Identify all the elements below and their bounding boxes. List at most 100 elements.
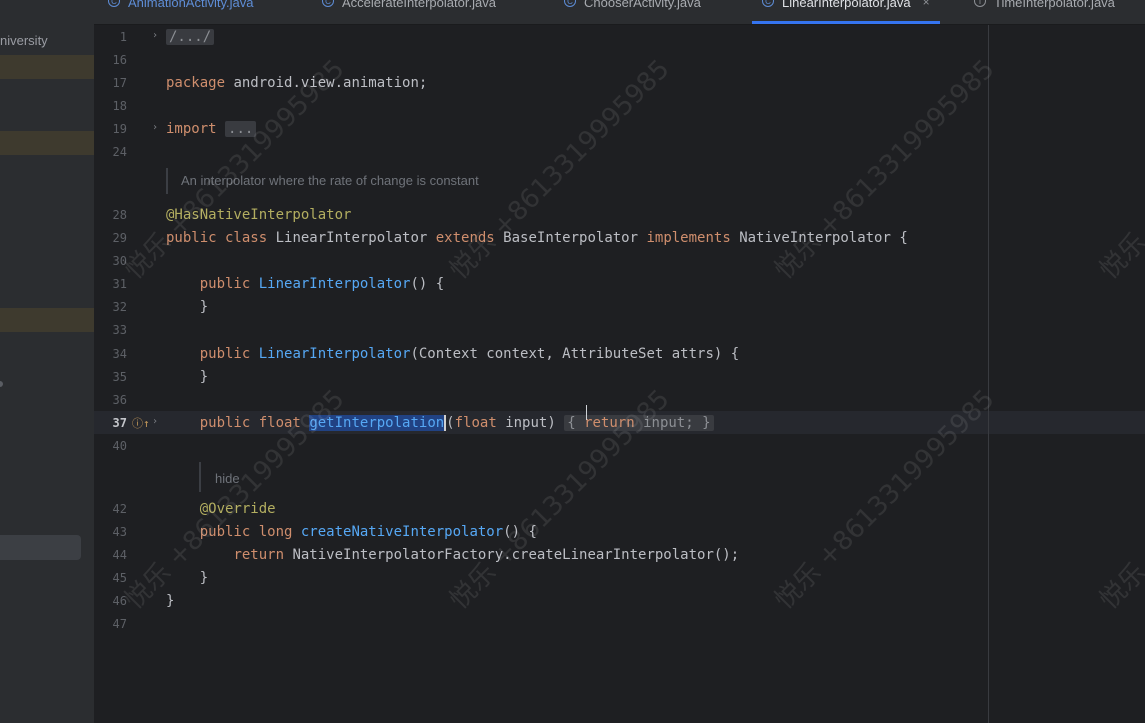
keyword: return xyxy=(584,415,635,431)
line-number: 32 xyxy=(112,300,127,314)
project-panel-label: niversity xyxy=(0,33,48,48)
line-number: 46 xyxy=(112,594,127,608)
line-number: 33 xyxy=(112,323,127,337)
code-line-1: /.../ xyxy=(166,27,215,47)
rendered-doc-comment: An interpolator where the rate of change… xyxy=(181,173,479,188)
code-text: } xyxy=(702,415,711,431)
line-number: 35 xyxy=(112,370,127,384)
keyword: float xyxy=(454,415,497,431)
tab-animation-activity[interactable]: C AnimationActivity.java xyxy=(108,0,253,24)
method-name: LinearInterpolator xyxy=(258,346,411,362)
keyword: extends xyxy=(435,230,495,246)
code-editor[interactable]: 1 16 17 18 19 24 28 29 30 31 32 33 34 35… xyxy=(94,25,1145,723)
code-text: input; xyxy=(634,415,703,431)
line-number-gutter: 1 16 17 18 19 24 28 29 30 31 32 33 34 35… xyxy=(94,25,164,723)
code-line-37: public float getInterpolation (float inpu… xyxy=(166,413,714,433)
code-line-17: package android.view.animation; xyxy=(166,73,427,93)
doc-comment-bar xyxy=(199,462,201,492)
doc-comment-bar xyxy=(166,168,168,194)
line-number: 40 xyxy=(112,439,127,453)
line-number: 44 xyxy=(112,548,127,562)
interface-name: NativeInterpolator { xyxy=(730,230,908,246)
code-text: () { xyxy=(410,276,445,292)
rendered-doc-hide: hide xyxy=(215,471,240,486)
keyword: public long xyxy=(199,524,293,540)
method-name: LinearInterpolator xyxy=(258,276,411,292)
keyword: public xyxy=(199,276,251,292)
line-number: 42 xyxy=(112,502,127,516)
annotation: @HasNativeInterpolator xyxy=(166,207,352,223)
line-number: 31 xyxy=(112,277,127,291)
panel-highlight-row[interactable] xyxy=(0,55,94,79)
line-number: 16 xyxy=(112,53,127,67)
folded-comment[interactable]: /.../ xyxy=(166,29,215,45)
code-line-46: } xyxy=(166,591,174,611)
line-number: 45 xyxy=(112,571,127,585)
panel-highlight-row[interactable] xyxy=(0,308,94,332)
line-number: 18 xyxy=(112,99,127,113)
code-text: } xyxy=(166,593,175,609)
keyword: public xyxy=(199,346,251,362)
keyword: implements xyxy=(646,230,731,246)
code-line-43: public long createNativeInterpolator() { xyxy=(166,522,537,542)
close-icon[interactable]: × xyxy=(923,0,930,9)
keyword: public float xyxy=(199,415,301,431)
line-number: 28 xyxy=(112,208,127,222)
project-panel: niversity xyxy=(0,0,94,723)
tab-label: TimeInterpolator.java xyxy=(994,0,1115,10)
class-icon: C xyxy=(762,0,774,7)
keyword: import xyxy=(166,121,217,137)
line-number: 34 xyxy=(112,347,127,361)
code-text: NativeInterpolatorFactory.createLinearIn… xyxy=(284,547,740,563)
code-line-32: } xyxy=(166,297,208,317)
keyword: return xyxy=(233,547,285,563)
line-number: 30 xyxy=(112,254,127,268)
selected-method-name[interactable]: getInterpolation xyxy=(309,415,447,431)
annotation: @Override xyxy=(199,501,276,517)
code-text: ( xyxy=(446,415,455,431)
code-line-42: @Override xyxy=(166,499,276,519)
line-number-current: 37 xyxy=(112,416,127,430)
editor-tab-bar: C AnimationActivity.java C AccelerateInt… xyxy=(94,0,1145,25)
class-icon: C xyxy=(108,0,120,7)
folded-imports[interactable]: ... xyxy=(225,121,257,137)
tab-linear-interpolator[interactable]: C LinearInterpolator.java × xyxy=(752,0,940,24)
tab-accelerate-interpolator[interactable]: C AccelerateInterpolator.java xyxy=(322,0,496,24)
code-text: { xyxy=(567,415,576,431)
fold-chevron-icon[interactable]: › xyxy=(152,30,158,41)
fold-chevron-icon[interactable]: › xyxy=(152,416,158,427)
tab-label: ChooserActivity.java xyxy=(584,0,701,10)
line-number: 17 xyxy=(112,76,127,90)
code-line-34: public LinearInterpolator(Context contex… xyxy=(166,344,739,364)
code-line-28: @HasNativeInterpolator xyxy=(166,205,351,225)
line-number: 19 xyxy=(112,122,127,136)
code-line-45: } xyxy=(166,568,208,588)
code-line-35: } xyxy=(166,367,208,387)
code-line-44: return NativeInterpolatorFactory.createL… xyxy=(166,545,739,565)
method-name: createNativeInterpolator xyxy=(300,524,504,540)
tab-time-interpolator[interactable]: I TimeInterpolator.java xyxy=(974,0,1115,24)
code-line-29: public class LinearInterpolator extends … xyxy=(166,228,908,248)
tab-label: AnimationActivity.java xyxy=(128,0,254,10)
line-number: 1 xyxy=(119,30,127,44)
code-text: (Context context, AttributeSet attrs) { xyxy=(410,346,740,362)
code-text: () { xyxy=(503,524,537,540)
class-name: LinearInterpolator xyxy=(267,230,436,246)
tab-label: LinearInterpolator.java xyxy=(782,0,911,10)
interface-icon: I xyxy=(974,0,986,7)
right-margin-guide xyxy=(988,25,989,723)
class-icon: C xyxy=(564,0,576,7)
panel-highlight-row[interactable] xyxy=(0,131,94,155)
mouse-ibeam-cursor xyxy=(586,405,588,420)
code-line-31: public LinearInterpolator() { xyxy=(166,274,444,294)
code-text: } xyxy=(199,299,209,315)
panel-dot xyxy=(0,381,3,387)
code-text: } xyxy=(199,570,209,586)
panel-selected-item[interactable] xyxy=(0,535,81,560)
code-line-19: import ... xyxy=(166,119,257,139)
fold-chevron-icon[interactable]: › xyxy=(152,122,158,133)
line-number: 47 xyxy=(112,617,127,631)
code-text: input) xyxy=(496,415,565,431)
tab-chooser-activity[interactable]: C ChooserActivity.java xyxy=(564,0,701,24)
implements-method-icon[interactable]: ⓘ↑ xyxy=(132,415,150,431)
